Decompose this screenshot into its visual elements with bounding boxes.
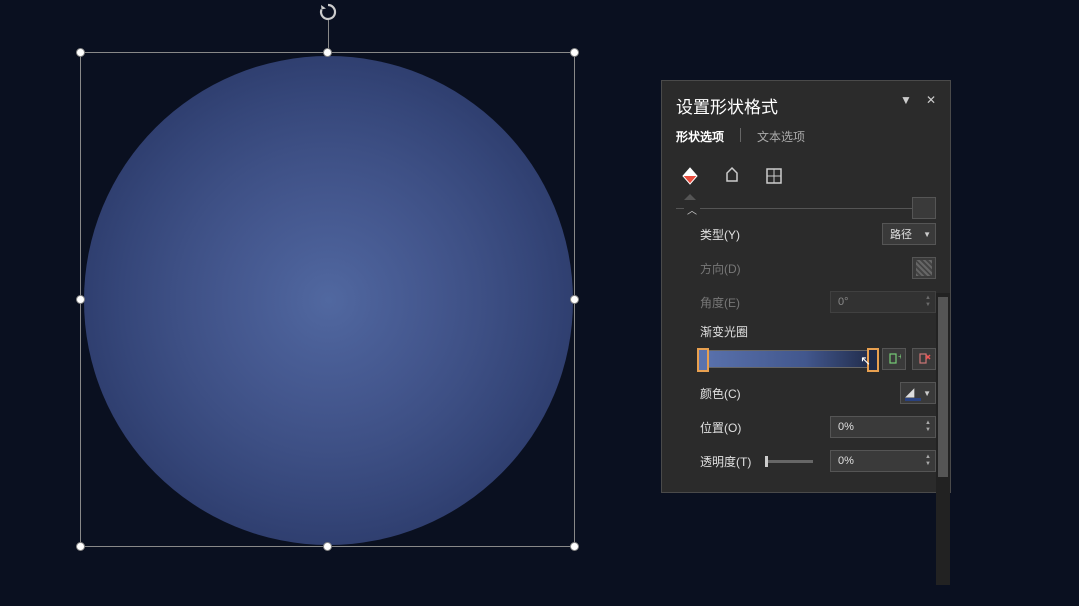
- tab-divider: [740, 128, 741, 142]
- position-label: 位置(O): [700, 419, 741, 436]
- resize-handle-mr[interactable]: [570, 295, 579, 304]
- angle-spinner: 0° ▲▼: [830, 291, 936, 313]
- resize-handle-tm[interactable]: [323, 48, 332, 57]
- chevron-up-icon[interactable]: ︿: [684, 202, 700, 217]
- gradient-stop-1[interactable]: [697, 348, 709, 372]
- selection-bounds: [80, 52, 575, 547]
- resize-handle-bm[interactable]: [323, 542, 332, 551]
- color-picker-button[interactable]: ◢ ▼: [900, 382, 936, 404]
- scrollbar-track[interactable]: [936, 293, 950, 585]
- color-swatch: [905, 398, 921, 401]
- add-gradient-stop-button[interactable]: +: [882, 348, 906, 370]
- gradient-stops-bar[interactable]: ↖: [700, 350, 876, 368]
- transparency-spinner[interactable]: 0% ▲▼: [830, 450, 936, 472]
- chevron-down-icon: ▼: [923, 230, 931, 239]
- resize-handle-br[interactable]: [570, 542, 579, 551]
- resize-handle-ml[interactable]: [76, 295, 85, 304]
- transparency-slider[interactable]: [768, 460, 813, 463]
- panel-dropdown-icon[interactable]: ▼: [900, 93, 912, 107]
- resize-handle-bl[interactable]: [76, 542, 85, 551]
- canvas-area: [80, 52, 575, 547]
- preset-button[interactable]: [912, 197, 936, 219]
- color-label: 颜色(C): [700, 385, 741, 402]
- direction-swatch: [916, 260, 932, 276]
- position-spinner[interactable]: 0% ▲▼: [830, 416, 936, 438]
- chevron-down-icon: ▼: [923, 389, 931, 398]
- size-properties-icon[interactable]: [760, 162, 788, 190]
- angle-label: 角度(E): [700, 294, 740, 311]
- gradient-stops-label: 渐变光圈: [676, 319, 936, 342]
- direction-label: 方向(D): [700, 260, 741, 277]
- paint-bucket-icon: ◢: [905, 385, 914, 399]
- type-dropdown[interactable]: 路径 ▼: [882, 223, 936, 245]
- svg-text:+: +: [898, 352, 901, 361]
- tab-text-options[interactable]: 文本选项: [757, 128, 805, 147]
- remove-gradient-stop-button[interactable]: [912, 348, 936, 370]
- scrollbar-thumb[interactable]: [938, 297, 948, 477]
- resize-handle-tr[interactable]: [570, 48, 579, 57]
- effects-icon[interactable]: [718, 162, 746, 190]
- type-label: 类型(Y): [700, 226, 740, 243]
- transparency-label: 透明度(T): [700, 453, 751, 470]
- direction-button[interactable]: [912, 257, 936, 279]
- fill-line-icon[interactable]: [676, 162, 704, 190]
- resize-handle-tl[interactable]: [76, 48, 85, 57]
- panel-close-icon[interactable]: ✕: [926, 93, 936, 107]
- format-shape-panel: 设置形状格式 ▼ ✕ 形状选项 文本选项: [661, 80, 951, 493]
- oval-shape[interactable]: [84, 56, 573, 545]
- mouse-cursor-icon: ↖: [860, 353, 871, 369]
- tab-shape-options[interactable]: 形状选项: [676, 128, 724, 147]
- rotate-handle[interactable]: [318, 2, 338, 22]
- rotate-connector: [328, 20, 329, 48]
- panel-title: 设置形状格式: [676, 93, 778, 118]
